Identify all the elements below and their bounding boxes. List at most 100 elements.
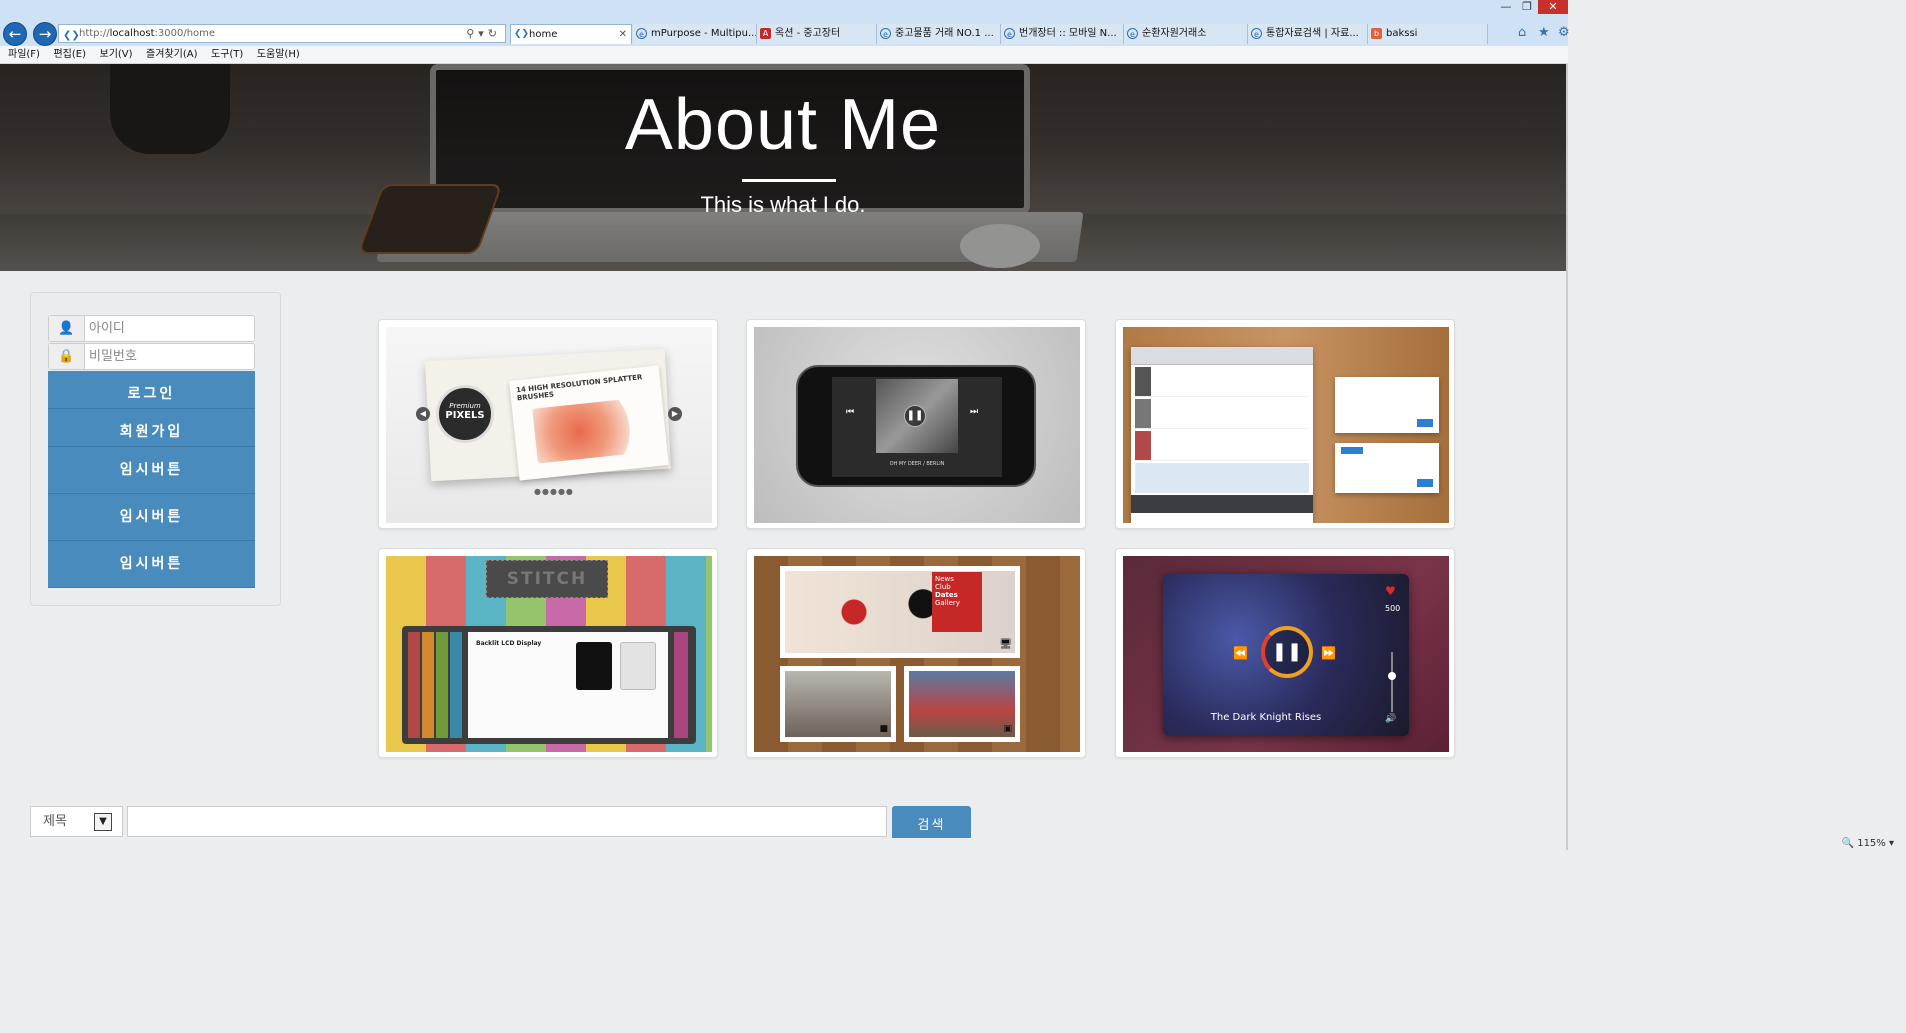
id-field: 👤 xyxy=(48,315,255,342)
tab-label: 중고물품 거래 NO.1 ... xyxy=(895,28,994,39)
menu-favorites[interactable]: 즐겨찾기(A) xyxy=(146,46,197,63)
dropdown-icon[interactable]: ▾ xyxy=(478,27,488,40)
slider-next-icon[interactable]: ▶ xyxy=(668,407,682,421)
volume-knob[interactable] xyxy=(1388,672,1396,680)
zoom-level[interactable]: 🔍 115% ▾ xyxy=(1842,838,1894,849)
ie-icon: e xyxy=(1251,28,1262,39)
search-input[interactable] xyxy=(127,806,887,837)
tab-mpurpose[interactable]: e mPurpose - Multipu... xyxy=(633,24,757,44)
pause-icon[interactable]: ❚❚ xyxy=(904,405,926,427)
menu-tools[interactable]: 도구(T) xyxy=(211,46,243,63)
slider-dots[interactable]: ●●●●● xyxy=(534,487,574,496)
temp-button-2[interactable]: 임시버튼 xyxy=(48,494,255,541)
search-icon[interactable]: ⚲ xyxy=(466,27,478,40)
iphone-player-thumbnail: ❚❚ ⏮ ⏭ OH MY DEER / BERLIN xyxy=(754,327,1080,523)
url-prefix: http:// xyxy=(79,28,110,39)
dark-knight-thumbnail: ❚❚ ⏪ ⏩ The Dark Knight Rises ♥ 500 🔊 xyxy=(1123,556,1449,752)
refresh-icon[interactable]: ↻ xyxy=(488,27,501,40)
menu-help[interactable]: 도움말(H) xyxy=(257,46,300,63)
portfolio-card-5[interactable]: News Club Dates Gallery 🖥 ■ ▣ xyxy=(746,548,1086,758)
ie-icon: ❮❯ xyxy=(514,29,530,39)
temp-button-1[interactable]: 임시버튼 xyxy=(48,447,255,494)
login-button[interactable]: 로그인 xyxy=(48,371,255,409)
close-tab-icon[interactable]: ✕ xyxy=(619,25,627,44)
next-track-icon[interactable]: ⏭ xyxy=(970,407,978,417)
likes-count: 500 xyxy=(1385,604,1401,613)
tab-label: 순환자원거래소 xyxy=(1142,28,1207,39)
portfolio-card-4[interactable]: STITCH Backlit LCD Display xyxy=(378,548,718,758)
tab-library[interactable]: e 통합자료검색 | 자료... xyxy=(1248,24,1368,44)
password-field: 🔒 xyxy=(48,343,255,370)
premium-pixels-thumbnail: Premium PIXELS 14 HIGH RESOLUTION SPLATT… xyxy=(386,327,712,523)
url-rest: :3000/home xyxy=(154,28,216,39)
monitor-icon: 🖥 xyxy=(999,639,1012,650)
back-button[interactable]: ← xyxy=(3,22,27,46)
scrollbar[interactable] xyxy=(1566,64,1568,850)
tab-bakssi[interactable]: b bakssi xyxy=(1368,24,1488,44)
close-window-icon[interactable]: ✕ xyxy=(1538,0,1568,14)
news-board-thumbnail: News Club Dates Gallery 🖥 ■ ▣ xyxy=(754,556,1080,752)
iphone-frame: ❚❚ ⏮ ⏭ OH MY DEER / BERLIN xyxy=(796,365,1036,487)
portfolio-card-1[interactable]: Premium PIXELS 14 HIGH RESOLUTION SPLATT… xyxy=(378,319,718,529)
twitter-ui-thumbnail xyxy=(1123,327,1449,523)
signup-button[interactable]: 회원가입 xyxy=(48,409,255,447)
address-bar[interactable]: ❮❯ http://localhost:3000/home ⚲▾↻ xyxy=(58,24,506,43)
video-camera-icon: ■ xyxy=(879,724,888,734)
hero-banner: About Me This is what I do. xyxy=(0,64,1566,271)
zoom-icon: 🔍 xyxy=(1841,838,1855,849)
tools-gear-icon[interactable]: ⚙ xyxy=(1558,25,1570,40)
portfolio-card-3[interactable] xyxy=(1115,319,1455,529)
id-input[interactable] xyxy=(89,319,249,338)
search-button[interactable]: 검색 xyxy=(892,806,971,842)
password-input[interactable] xyxy=(89,347,249,366)
tab-label: home xyxy=(529,29,558,40)
heart-icon[interactable]: ♥ xyxy=(1385,584,1396,598)
bakssi-icon: b xyxy=(1371,28,1382,39)
tab-auction[interactable]: A 옥션 - 중고장터 xyxy=(757,24,877,44)
forward-button[interactable]: → xyxy=(33,22,57,46)
premium-pixels-badge: Premium PIXELS xyxy=(436,385,494,443)
portfolio-card-6[interactable]: ❚❚ ⏪ ⏩ The Dark Knight Rises ♥ 500 🔊 xyxy=(1115,548,1455,758)
menu-view[interactable]: 보기(V) xyxy=(100,46,133,63)
volume-icon[interactable]: 🔊 xyxy=(1385,714,1396,724)
portfolio-card-2[interactable]: ❚❚ ⏮ ⏭ OH MY DEER / BERLIN xyxy=(746,319,1086,529)
user-icon: 👤 xyxy=(49,316,85,341)
favorites-star-icon[interactable]: ★ xyxy=(1538,25,1550,40)
lock-icon: 🔒 xyxy=(49,344,85,369)
temp-button-3[interactable]: 임시버튼 xyxy=(48,541,255,588)
tab-label: bakssi xyxy=(1386,28,1418,39)
home-icon[interactable]: ⌂ xyxy=(1518,25,1526,40)
chevron-down-icon[interactable]: ▼ xyxy=(94,813,112,831)
tab-label: mPurpose - Multipu... xyxy=(651,28,757,39)
status-bar xyxy=(0,838,1568,850)
prev-track-icon[interactable]: ⏮ xyxy=(846,407,854,417)
hero-divider xyxy=(742,179,836,182)
movie-title: The Dark Knight Rises xyxy=(1210,712,1322,723)
restore-icon[interactable]: ❐ xyxy=(1515,0,1539,14)
tab-label: 통합자료검색 | 자료... xyxy=(1266,28,1359,39)
tab-label: 번개장터 :: 모바일 N... xyxy=(1019,28,1117,39)
url-host: localhost xyxy=(109,28,155,39)
play-pause-icon[interactable]: ❚❚ xyxy=(1261,626,1313,678)
menu-file[interactable]: 파일(F) xyxy=(8,46,40,63)
tab-bungae[interactable]: e 번개장터 :: 모바일 N... xyxy=(1001,24,1124,44)
address-tools[interactable]: ⚲▾↻ xyxy=(466,25,501,42)
tab-used-goods[interactable]: e 중고물품 거래 NO.1 ... xyxy=(877,24,1001,44)
fast-forward-icon[interactable]: ⏩ xyxy=(1321,646,1336,660)
login-panel: 👤 🔒 로그인 회원가입 임시버튼 임시버튼 임시버튼 xyxy=(30,292,281,606)
tab-recycle[interactable]: e 순환자원거래소 xyxy=(1124,24,1248,44)
ie-icon: e xyxy=(636,28,647,39)
search-type-select[interactable]: 제목 ▼ xyxy=(30,806,123,837)
tab-label: 옥션 - 중고장터 xyxy=(775,28,841,39)
stitch-title: STITCH xyxy=(486,560,608,598)
ie-icon: e xyxy=(1127,28,1138,39)
image-icon: ▣ xyxy=(1003,724,1012,734)
slider-prev-icon[interactable]: ◀ xyxy=(416,407,430,421)
browser-titlebar: ← → ❮❯ http://localhost:3000/home ⚲▾↻ ❮❯… xyxy=(0,0,1570,46)
menu-bar: 파일(F) 편집(E) 보기(V) 즐겨찾기(A) 도구(T) 도움말(H) xyxy=(0,46,1568,64)
tab-home[interactable]: ❮❯ home ✕ xyxy=(510,24,632,44)
ie-icon: e xyxy=(1004,28,1015,39)
menu-edit[interactable]: 편집(E) xyxy=(53,46,86,63)
rewind-icon[interactable]: ⏪ xyxy=(1233,646,1248,660)
volume-slider[interactable] xyxy=(1391,652,1393,712)
